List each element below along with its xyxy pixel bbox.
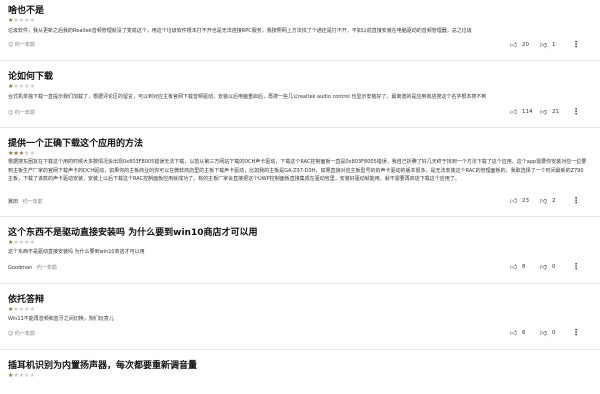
more-icon[interactable]: ⋮ — [572, 40, 580, 50]
review-meta: ☺ 约一年前 — [8, 109, 35, 116]
star-icon: ★ — [29, 17, 35, 24]
review-body: 垃圾软件，我从更新之后我的Realtek音频管理就没了变成这个，用这个垃圾软件根… — [8, 28, 472, 34]
star-rating: ★★★★★ — [8, 373, 35, 379]
like-count: 6 — [522, 330, 526, 336]
review-title: 啥也不是 — [8, 6, 45, 16]
review-body: 台式机单独下载一直提示我们加载了，根据评论区的留言，可以到对应主板官网下载音频驱… — [8, 94, 487, 100]
thumbs-down-icon[interactable]: 👎︎ — [540, 262, 547, 272]
like-count: 20 — [522, 42, 529, 48]
review-meta: Goodman 约一年前 — [8, 264, 57, 271]
divider — [0, 283, 600, 284]
review-meta: ☺ 约一年前 — [8, 330, 35, 337]
review-time: 约一年前 — [22, 199, 43, 205]
review-actions: 👍︎ 114 👎︎ 21 ⋮ — [510, 107, 600, 117]
thumbs-down-icon[interactable]: 👎︎ — [540, 107, 547, 117]
review-title: 这个东西不是驱动直接安装吗 为什么要到win10商店才可以用 — [8, 228, 258, 238]
review-actions: 👍︎ 20 👎︎ 1 ⋮ — [510, 40, 600, 50]
more-icon[interactable]: ⋮ — [572, 328, 580, 338]
star-icon: ★ — [29, 306, 35, 313]
review-title: 论如何下载 — [8, 72, 54, 82]
thumbs-up-icon[interactable]: 👍︎ — [510, 328, 517, 338]
review-title: 插耳机识别为内置扬声器，每次都要重新调音量 — [8, 361, 198, 371]
review-actions: 👍︎ 6 👎︎ 0 ⋮ — [510, 328, 600, 338]
review-title: 依托答辩 — [8, 295, 45, 305]
review-actions: 👍︎ 23 👎︎ 2 ⋮ — [510, 196, 600, 206]
star-icon: ★ — [29, 372, 35, 379]
thumbs-up-icon[interactable]: 👍︎ — [510, 107, 517, 117]
review-body: 根据搜东困友在下载这个用的时候大多数情况会出现0x803F8005错误无法下载，… — [8, 159, 587, 182]
review-actions: 👍︎ 8 👎︎ 0 ⋮ — [510, 262, 600, 272]
review-time: 约一年前 — [14, 110, 35, 116]
thumbs-up-icon[interactable]: 👍︎ — [510, 40, 517, 50]
star-icon: ★ — [29, 150, 35, 157]
star-icon: ★ — [29, 83, 35, 90]
thumbs-down-icon[interactable]: 👎︎ — [540, 196, 547, 206]
divider — [0, 216, 600, 217]
divider — [0, 349, 600, 350]
thumbs-down-icon[interactable]: 👎︎ — [540, 328, 547, 338]
review-time: 约一年前 — [36, 265, 57, 271]
dislike-count: 0 — [552, 264, 556, 270]
dislike-count: 2 — [552, 198, 556, 204]
star-rating: ★★★★★ — [8, 18, 35, 24]
user-icon: ☺ — [8, 42, 14, 48]
dislike-count: 21 — [552, 109, 559, 115]
user-icon: ☺ — [8, 331, 14, 337]
star-rating: ★★★★★ — [8, 151, 35, 157]
star-rating: ★★★★★ — [8, 240, 35, 246]
thumbs-down-icon[interactable]: 👎︎ — [540, 40, 547, 50]
user-icon: ☺ — [8, 110, 14, 116]
dislike-count: 1 — [552, 42, 556, 48]
star-icon: ★ — [29, 239, 35, 246]
review-meta: 冀田 约一年前 — [8, 198, 43, 205]
more-icon[interactable]: ⋮ — [572, 262, 580, 272]
thumbs-up-icon[interactable]: 👍︎ — [510, 196, 517, 206]
like-count: 8 — [522, 264, 526, 270]
more-icon[interactable]: ⋮ — [572, 196, 580, 206]
review-body: Win11不能再音频和蓝牙之间切换，狗们玩意儿 — [8, 316, 114, 322]
review-meta: ☺ 约一年前 — [8, 41, 35, 48]
divider — [0, 60, 600, 61]
star-rating: ★★★★★ — [8, 307, 35, 313]
review-time: 约一年前 — [14, 331, 35, 337]
divider — [0, 127, 600, 128]
star-rating: ★★★★★ — [8, 84, 35, 90]
review-title: 提供一个正确下载这个应用的方法 — [8, 139, 144, 149]
review-body: 这个东西不是驱动直接安装吗 为什么要到win10商店才可以用 — [8, 249, 145, 255]
like-count: 114 — [522, 109, 533, 115]
like-count: 23 — [522, 198, 529, 204]
review-author: Goodman — [8, 265, 33, 271]
more-icon[interactable]: ⋮ — [572, 107, 580, 117]
review-author: 冀田 — [8, 199, 19, 205]
dislike-count: 0 — [552, 330, 556, 336]
thumbs-up-icon[interactable]: 👍︎ — [510, 262, 517, 272]
review-time: 约一年前 — [14, 42, 35, 48]
